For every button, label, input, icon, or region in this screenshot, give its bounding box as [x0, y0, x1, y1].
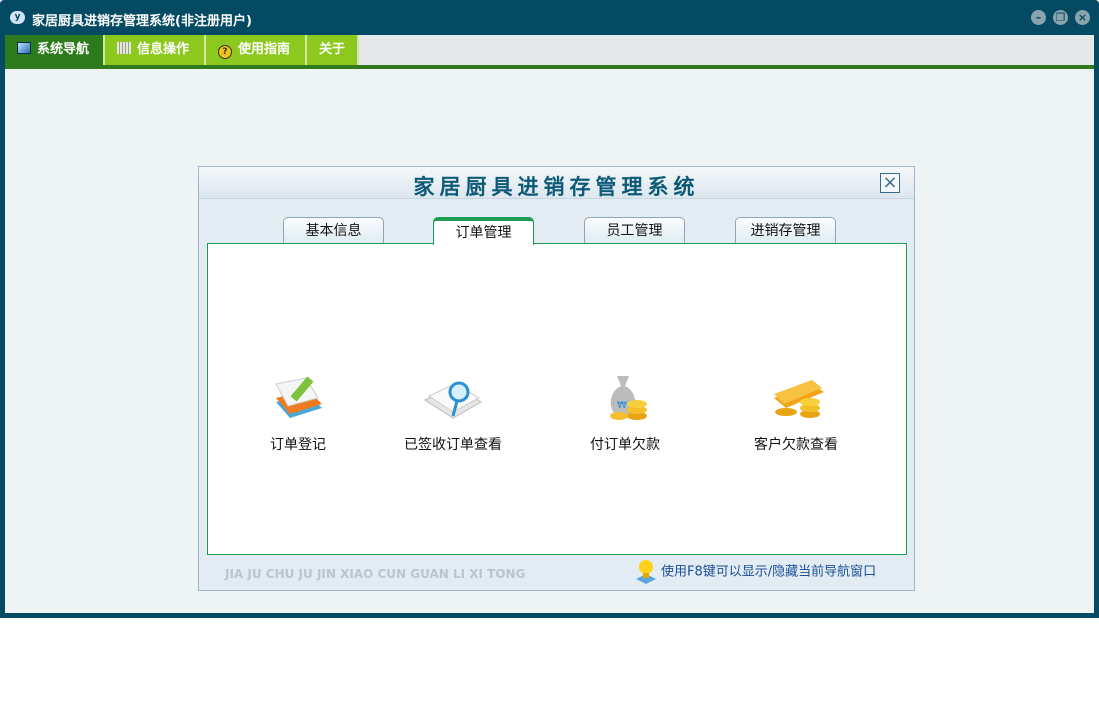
- menu-system-nav[interactable]: 系统导航: [5, 35, 105, 65]
- dialog-title: 家居厨具进销存管理系统: [413, 175, 700, 199]
- help-icon: ?: [218, 45, 232, 59]
- item-label: 已签收订单查看: [404, 437, 502, 453]
- customer-debt-view-item[interactable]: 客户欠款查看: [726, 372, 866, 454]
- menu-info-ops[interactable]: 信息操作: [105, 35, 206, 65]
- monitor-icon: [17, 42, 31, 54]
- item-label: 客户欠款查看: [754, 437, 838, 453]
- app-logo-icon: y: [10, 11, 25, 24]
- tab-panel: 订单登记 已签收订单查看 ₩ 付订单欠款 客户欠款查看: [207, 243, 907, 555]
- close-button[interactable]: ×: [1075, 10, 1090, 25]
- menu-label: 信息操作: [137, 42, 190, 57]
- tab-staff-management[interactable]: 员工管理: [584, 217, 685, 244]
- signed-orders-view-item[interactable]: 已签收订单查看: [383, 372, 523, 454]
- navigation-dialog: 家居厨具进销存管理系统 × 基本信息 订单管理 员工管理 进销存管理 订单登记 …: [198, 166, 915, 591]
- menu-about[interactable]: 关于: [307, 35, 359, 65]
- pinyin-footer: JIA JU CHU JU JIN XIAO CUN GUAN LI XI TO…: [225, 567, 526, 581]
- tab-order-management[interactable]: 订单管理: [433, 217, 534, 245]
- menu-label: 系统导航: [37, 42, 90, 57]
- lightbulb-icon: [636, 560, 656, 584]
- hint-text: 使用F8键可以显示/隐藏当前导航窗口: [661, 564, 877, 580]
- menu-bar: 系统导航 信息操作 ? 使用指南 关于: [5, 35, 1094, 69]
- f8-hint: 使用F8键可以显示/隐藏当前导航窗口: [635, 559, 876, 585]
- title-bar: y 家居厨具进销存管理系统(非注册用户) – ❐ ×: [0, 0, 1099, 35]
- document-magnifier-icon: [423, 381, 483, 419]
- item-label: 付订单欠款: [590, 437, 660, 453]
- item-label: 订单登记: [270, 437, 326, 453]
- order-register-item[interactable]: 订单登记: [228, 372, 368, 454]
- menu-user-guide[interactable]: ? 使用指南: [206, 35, 307, 65]
- tab-basic-info[interactable]: 基本信息: [283, 217, 384, 244]
- notepad-pencil-icon: [275, 376, 322, 418]
- dialog-close-button[interactable]: ×: [880, 173, 900, 193]
- window-title: 家居厨具进销存管理系统(非注册用户): [32, 14, 252, 29]
- money-bag-coins-icon: ₩: [610, 376, 647, 420]
- tab-inventory-management[interactable]: 进销存管理: [735, 217, 836, 244]
- restore-button[interactable]: ❐: [1053, 10, 1068, 25]
- menu-label: 使用指南: [238, 42, 291, 57]
- grid-icon: [117, 42, 131, 54]
- card-coins-icon: [774, 380, 824, 418]
- pay-order-debt-item[interactable]: ₩ 付订单欠款: [555, 372, 695, 454]
- minimize-button[interactable]: –: [1031, 10, 1046, 25]
- dialog-header: 家居厨具进销存管理系统 ×: [199, 167, 914, 199]
- svg-text:₩: ₩: [617, 400, 627, 411]
- menu-label: 关于: [319, 42, 346, 57]
